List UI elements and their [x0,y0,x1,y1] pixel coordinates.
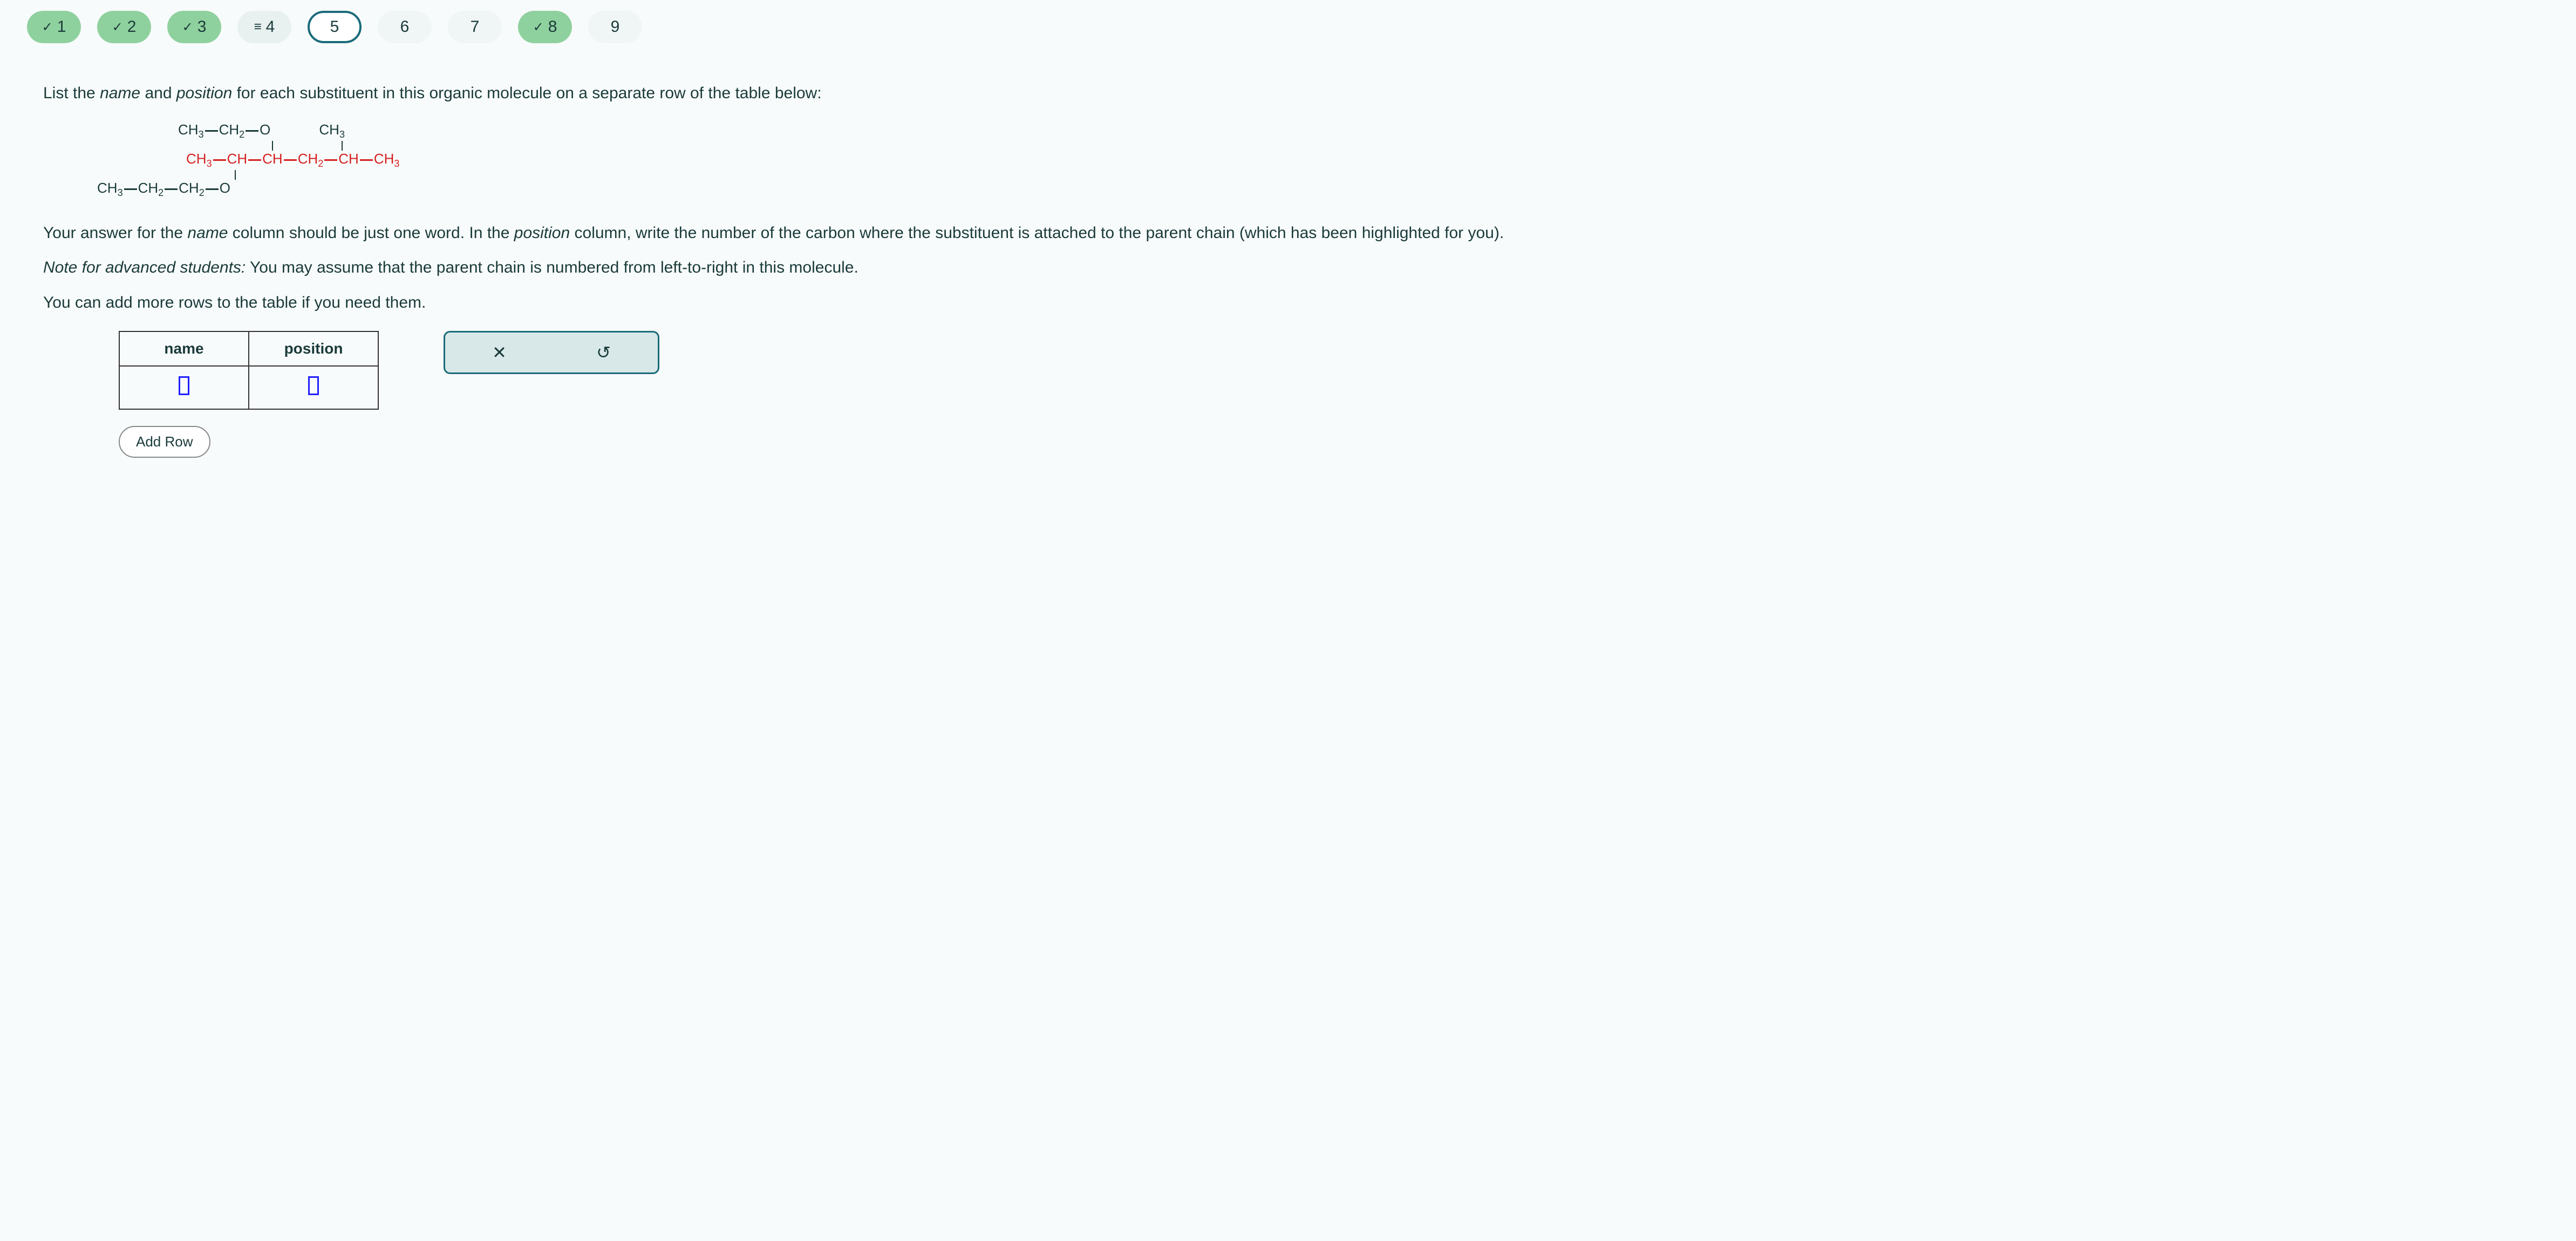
progress-nav: ✓1 ✓2 ✓3 ≡4 5 6 7 ✓8 9 [0,0,2576,54]
check-icon: ✓ [112,19,123,35]
header-position: position [249,331,378,366]
close-icon: ✕ [492,342,507,363]
name-cell[interactable] [119,366,249,409]
position-cell[interactable] [249,366,378,409]
header-name: name [119,331,249,366]
nav-step-4[interactable]: ≡4 [237,11,291,43]
check-icon: ✓ [182,19,193,35]
table-wrapper: name position Add Row [119,331,379,458]
question-content: List the name and position for each subs… [0,54,2576,485]
nav-step-6[interactable]: 6 [378,11,432,43]
input-cursor-icon [308,376,319,395]
question-prompt: List the name and position for each subs… [43,81,2533,105]
note-text: Note for advanced students: You may assu… [43,259,2533,277]
nav-step-8[interactable]: ✓8 [518,11,572,43]
molecule-structure: CH3CH2O CH3 CH3CHCHCH2CHCH3 CH3CH2CH2O [97,121,2533,199]
add-row-button[interactable]: Add Row [119,426,210,458]
nav-step-2[interactable]: ✓2 [97,11,151,43]
table-row [119,366,378,409]
answer-toolbar: ✕ ↺ [444,331,659,374]
undo-icon: ↺ [596,342,611,363]
nav-step-7[interactable]: 7 [448,11,502,43]
nav-step-3[interactable]: ✓3 [167,11,221,43]
reset-button[interactable]: ↺ [551,335,656,370]
clear-button[interactable]: ✕ [447,335,551,370]
check-icon: ✓ [42,19,53,35]
nav-step-9[interactable]: 9 [588,11,642,43]
input-cursor-icon [179,376,189,395]
nav-step-1[interactable]: ✓1 [27,11,81,43]
nav-step-5[interactable]: 5 [308,11,362,43]
instruction-text-2: You can add more rows to the table if yo… [43,290,2533,315]
answer-table: name position [119,331,379,410]
answer-section: name position Add Row ✕ ↺ [119,331,2533,458]
check-icon: ✓ [533,19,544,35]
instruction-text-1: Your answer for the name column should b… [43,221,2533,245]
equals-icon: ≡ [254,19,262,35]
